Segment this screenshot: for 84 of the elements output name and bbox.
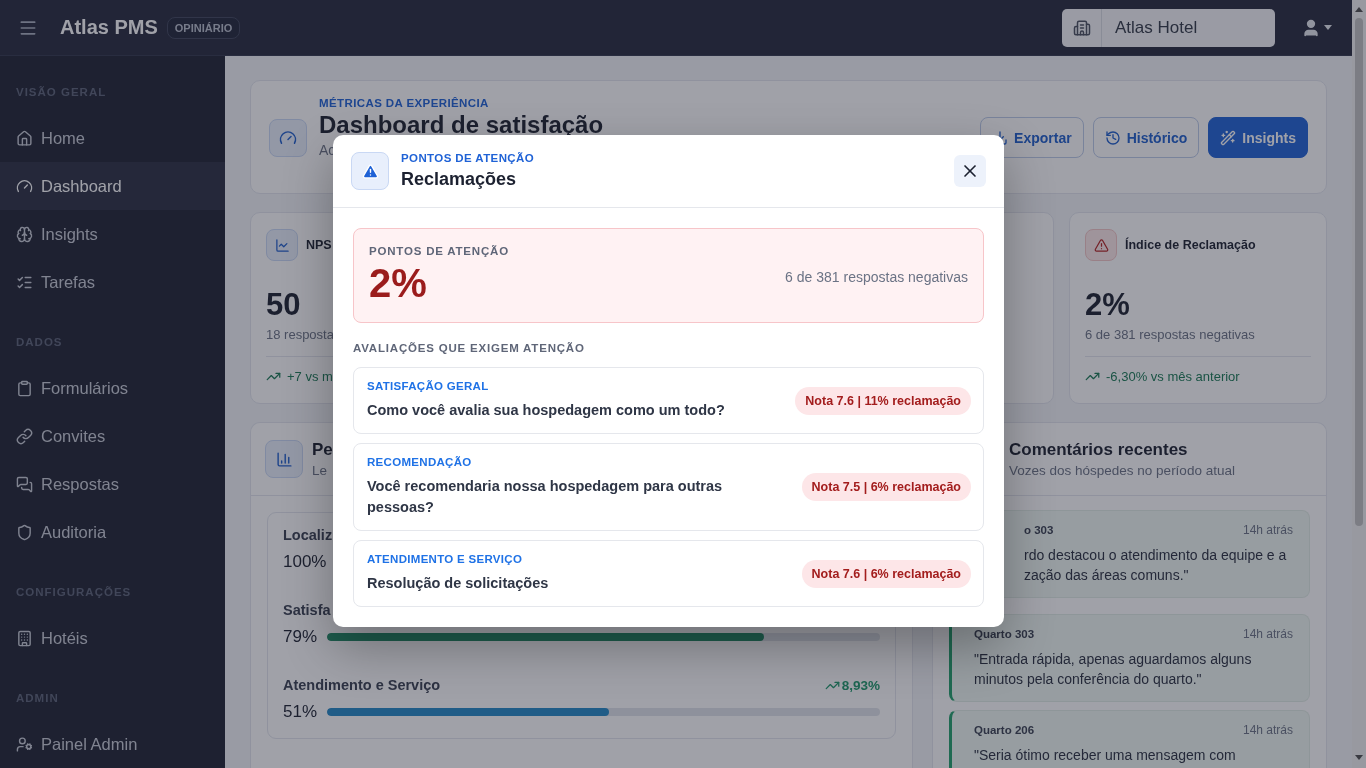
- product-badge: OPINIÁRIO: [166, 16, 241, 39]
- sidebar-item[interactable]: Hotéis: [0, 614, 225, 662]
- summary-note: 6 de 381 respostas negativas: [785, 269, 968, 285]
- summary-value: 2%: [369, 261, 428, 306]
- section-title: AVALIAÇÕES QUE EXIGEM ATENÇÃO: [353, 342, 586, 354]
- item-question: Como você avalia sua hospedagem como um todo?: [367, 401, 725, 420]
- comment-text: zação das áreas comuns.": [1024, 566, 1190, 585]
- scrollbar[interactable]: [1352, 0, 1366, 768]
- brand-name: Atlas PMS: [60, 16, 158, 39]
- close-button[interactable]: [954, 155, 986, 187]
- stat-note: 6 de 381 respostas negativas: [1085, 327, 1255, 342]
- user-menu-button[interactable]: [1301, 17, 1332, 38]
- metric-value: 51%: [283, 702, 318, 722]
- metric-value: 100%: [283, 552, 327, 572]
- hotel-select[interactable]: Atlas Hotel: [1062, 8, 1275, 47]
- shield-icon: [16, 523, 33, 541]
- comment-time: 14h atrás: [1242, 523, 1293, 537]
- sidebar-item[interactable]: Insights: [0, 210, 225, 258]
- user-gear-icon: [16, 735, 33, 753]
- summary-label: PONTOS DE ATENÇÃO: [369, 245, 509, 257]
- warning-icon: [361, 162, 379, 180]
- history-icon: [1104, 129, 1121, 146]
- comment-time: 14h atrás: [1242, 723, 1293, 737]
- score-badge: Nota 7.6 | 6% reclamação: [801, 559, 971, 588]
- score-badge: Nota 7.6 | 11% reclamação: [795, 386, 971, 415]
- dialog-title: Reclamações: [401, 169, 518, 190]
- sidebar-item[interactable]: Formulários: [0, 364, 225, 412]
- stat-trend: -6,30% vs mês anterior: [1106, 369, 1240, 384]
- item-category: ATENDIMENTO E SERVIÇO: [367, 553, 524, 565]
- page-title: Dashboard de satisfação: [319, 111, 604, 139]
- room-label: Quarto 206: [974, 724, 1035, 736]
- gauge-icon: [16, 177, 33, 195]
- building-icon: [16, 629, 33, 647]
- magic-wand-icon: [1220, 129, 1237, 146]
- warning-icon: [1093, 237, 1109, 253]
- stat-value: 2%: [1085, 287, 1130, 323]
- page-eyebrow: MÉTRICAS DA EXPERIÊNCIA: [319, 97, 490, 109]
- stat-title: NPS: [306, 238, 332, 252]
- stat-value: 50: [266, 287, 301, 323]
- sidebar-item[interactable]: Convites: [0, 412, 225, 460]
- user-icon: [1301, 17, 1321, 38]
- building-icon: [1072, 18, 1091, 37]
- panel-title: Pe: [312, 440, 333, 460]
- metric-label: Localiz: [283, 527, 333, 543]
- house-icon: [16, 129, 33, 147]
- panel-title: Comentários recentes: [1009, 440, 1189, 460]
- comment-text: "Seria ótimo receber uma mensagem com: [974, 746, 1237, 765]
- panel-subtitle: Le: [312, 463, 329, 478]
- comment-text: minutos pela conferência do quarto.": [974, 670, 1203, 689]
- chat-icon: [16, 475, 33, 493]
- primary-button[interactable]: Insights: [1208, 117, 1308, 158]
- item-category: SATISFAÇÃO GERAL: [367, 380, 490, 392]
- score-badge: Nota 7.5 | 6% reclamação: [801, 473, 971, 501]
- room-label: o 303: [1024, 524, 1054, 536]
- item-question: Resolução de solicitações: [367, 574, 549, 593]
- comment-time: 14h atrás: [1242, 627, 1293, 641]
- stat-trend: +7 vs m: [287, 369, 333, 384]
- sidebar-item[interactable]: Respostas: [0, 460, 225, 508]
- outline-button[interactable]: Histórico: [1092, 117, 1200, 158]
- sidebar-item[interactable]: Dashboard: [0, 162, 225, 210]
- item-category: RECOMENDAÇÃO: [367, 456, 473, 468]
- item-question: Você recomendaria nossa hospedagem para outras pessoas?: [367, 477, 724, 517]
- clipboard-icon: [16, 379, 33, 397]
- comment-text: rdo destacou o atendimento da equipe e a: [1024, 546, 1288, 565]
- metric-value: 79%: [283, 627, 318, 647]
- dialog-eyebrow: PONTOS DE ATENÇÃO: [401, 152, 535, 164]
- panel-subtitle: Vozes dos hóspedes no período atual: [1009, 463, 1235, 478]
- stat-note: 18 resposta: [266, 327, 334, 342]
- link-icon: [16, 427, 33, 445]
- metric-label: Satisfa: [283, 602, 331, 618]
- sidebar-item[interactable]: Painel Admin: [0, 720, 225, 768]
- sidebar-item[interactable]: Auditoria: [0, 508, 225, 556]
- sidebar-item[interactable]: Tarefas: [0, 258, 225, 306]
- room-label: Quarto 303: [974, 628, 1035, 640]
- metric-trend: 8,93%: [841, 677, 880, 693]
- sidebar-item[interactable]: Home: [0, 114, 225, 162]
- metric-label: Atendimento e Serviço: [283, 677, 441, 693]
- comment-text: "Entrada rápida, apenas aguardamos alguns: [974, 650, 1253, 669]
- brain-icon: [16, 225, 33, 243]
- line-chart-icon: [274, 237, 290, 253]
- stat-title: Índice de Reclamação: [1125, 238, 1256, 252]
- bar-chart-icon: [275, 450, 293, 468]
- caret-icon: [1324, 25, 1332, 30]
- gauge-icon: [279, 129, 297, 147]
